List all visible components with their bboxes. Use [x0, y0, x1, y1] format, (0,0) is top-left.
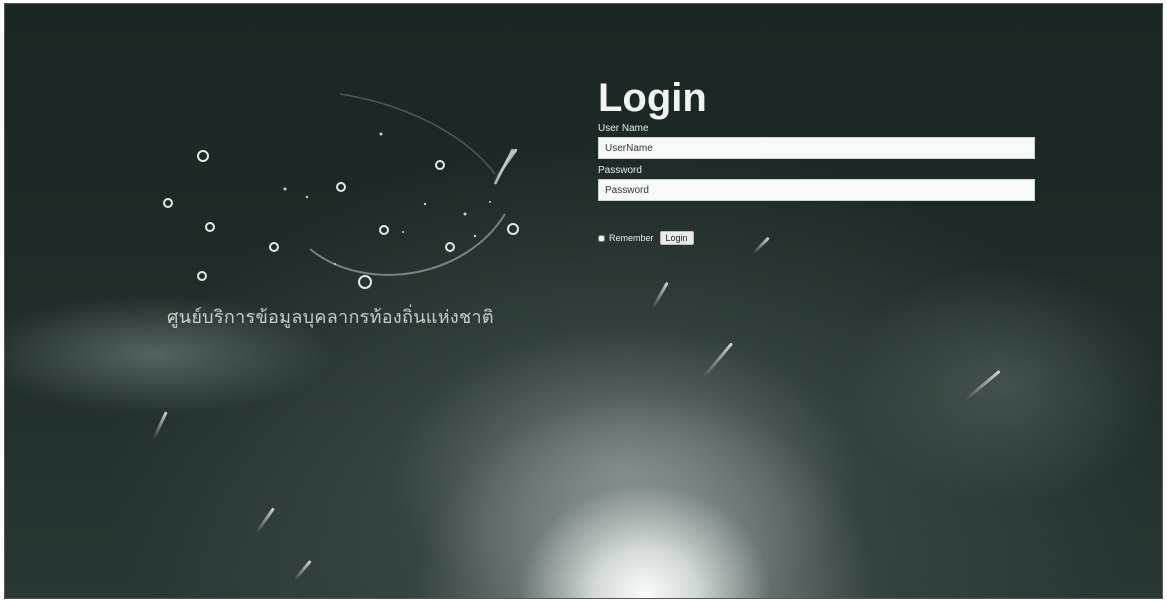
background-streak	[651, 281, 669, 310]
login-button[interactable]: Login	[659, 231, 694, 245]
background-streak	[255, 507, 275, 534]
username-input[interactable]	[598, 137, 1035, 159]
remember-row: Remember Login	[598, 231, 1038, 245]
username-label: User Name	[598, 123, 649, 134]
remember-checkbox[interactable]	[598, 234, 605, 242]
password-block: Password	[598, 165, 1038, 201]
background-streak	[293, 559, 312, 582]
password-label: Password	[598, 165, 642, 176]
background-streak	[152, 411, 168, 440]
password-input[interactable]	[598, 179, 1035, 201]
background-streak	[964, 369, 1001, 402]
background-streak	[701, 342, 734, 379]
login-page-background: ศูนย์บริการข้อมูลบุคลากรท้องถิ่นแห่งชาติ…	[4, 3, 1163, 599]
login-title: Login	[598, 76, 707, 120]
remember-label: Remember	[609, 233, 654, 243]
organization-name: ศูนย์บริการข้อมูลบุคลากรท้องถิ่นแห่งชาติ	[167, 307, 494, 328]
login-form: Login User Name Password Remember Login	[598, 76, 1038, 245]
network-globe-icon	[163, 93, 519, 289]
